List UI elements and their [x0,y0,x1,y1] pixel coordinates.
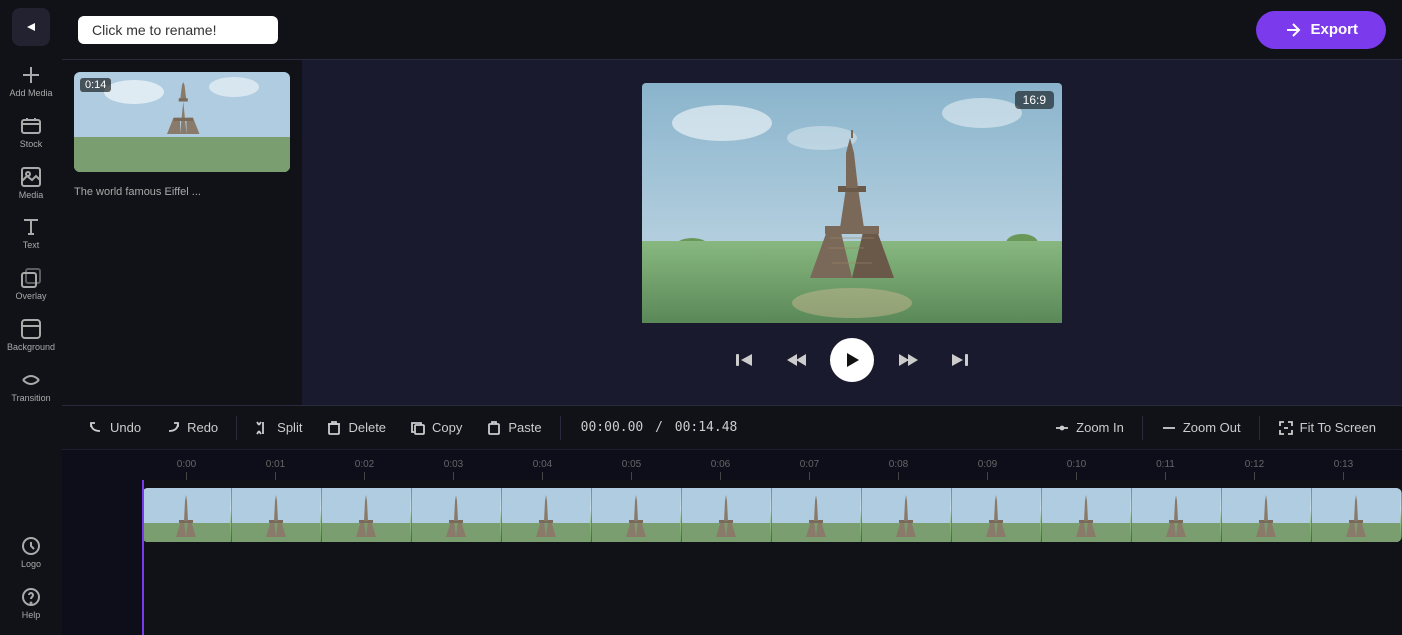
playback-controls [726,338,978,382]
sidebar: Add Media Stock Media Text Overlay [0,0,62,635]
playhead[interactable] [142,480,144,635]
clip-frame-4 [412,488,502,542]
ruler-mark-10: 0:10 [1032,459,1121,480]
timeline-section: Undo Redo Split [62,405,1402,635]
track-labels [62,480,142,635]
sidebar-item-media[interactable]: Media [4,160,58,207]
play-button[interactable] [830,338,874,382]
clip-frame-9 [862,488,952,542]
ruler-mark-3: 0:03 [409,459,498,480]
sidebar-item-text[interactable]: Text [4,210,58,257]
clip-frame-7 [682,488,772,542]
ruler-mark-11: 0:11 [1121,459,1210,480]
clip-frame-3 [322,488,412,542]
preview-wrapper: 16:9 [642,83,1062,382]
clip-frame-2 [232,488,322,542]
ruler-mark-13: 0:13 [1299,459,1388,480]
ruler-mark-12: 0:12 [1210,459,1299,480]
ruler-mark-14: 0:14 [1388,459,1402,480]
toolbar-divider-3 [1142,416,1143,440]
split-button[interactable]: Split [245,414,312,442]
project-name-input[interactable] [78,16,278,44]
sidebar-item-transition[interactable]: Transition [4,363,58,410]
redo-button[interactable]: Redo [155,414,228,442]
clip-frame-8 [772,488,862,542]
sidebar-item-help[interactable]: Help [4,580,58,627]
skip-start-button[interactable] [726,342,762,378]
clip-frame-5 [502,488,592,542]
skip-end-button[interactable] [942,342,978,378]
clip-frame-12 [1132,488,1222,542]
clip-frame-11 [1042,488,1132,542]
sidebar-item-background[interactable]: Background [4,312,58,359]
timeline-content [142,480,1402,635]
ruler-mark-0: 0:00 [142,459,231,480]
clip-frame-1 [142,488,232,542]
zoom-out-button[interactable]: Zoom Out [1151,414,1251,442]
toolbar-divider-4 [1259,416,1260,440]
timeline-toolbar: Undo Redo Split [62,406,1402,450]
clip-frame-14 [1312,488,1402,542]
preview-area: 16:9 [302,60,1402,405]
delete-button[interactable]: Delete [316,414,396,442]
sidebar-item-overlay[interactable]: Overlay [4,261,58,308]
ruler-marks: 0:00 0:01 0:02 0:03 0:04 [142,450,1402,480]
media-item[interactable]: 0:14 [74,72,290,172]
sidebar-item-logo[interactable]: Logo [4,529,58,576]
media-panel: 0:14 The world famous Eiffel ... [62,60,302,405]
ruler-mark-7: 0:07 [765,459,854,480]
zoom-controls: Zoom In Zoom Out Fit To Screen [1044,414,1386,442]
rewind-button[interactable] [778,342,814,378]
clip-frame-13 [1222,488,1312,542]
media-item-label: The world famous Eiffel ... [74,186,290,198]
toolbar-divider-1 [236,416,237,440]
undo-button[interactable]: Undo [78,414,151,442]
ruler-mark-4: 0:04 [498,459,587,480]
sidebar-item-add-media[interactable]: Add Media [4,58,58,105]
ruler-mark-2: 0:02 [320,459,409,480]
ruler-mark-6: 0:06 [676,459,765,480]
zoom-in-button[interactable]: Zoom In [1044,414,1134,442]
clip-frame-10 [952,488,1042,542]
ruler-mark-8: 0:08 [854,459,943,480]
sidebar-item-stock[interactable]: Stock [4,109,58,156]
timeline-tracks [62,480,1402,635]
paste-button[interactable]: Paste [476,414,551,442]
app-logo [12,8,50,46]
toolbar-divider-2 [560,416,561,440]
video-clip[interactable] [142,488,1402,542]
fit-to-screen-button[interactable]: Fit To Screen [1268,414,1386,442]
ruler-mark-5: 0:05 [587,459,676,480]
timecode-display: 00:00.00 / 00:14.48 [569,420,750,435]
clip-frame-6 [592,488,682,542]
export-button[interactable]: Export [1256,11,1386,49]
video-track[interactable] [142,480,1402,550]
ruler-mark-9: 0:09 [943,459,1032,480]
editor-area: 0:14 The world famous Eiffel ... [62,60,1402,405]
topbar: Export [62,0,1402,60]
preview-video: 16:9 [642,83,1062,328]
preview-ratio-badge: 16:9 [1015,91,1054,109]
media-duration: 0:14 [80,78,111,92]
fast-forward-button[interactable] [890,342,926,378]
ruler-mark-1: 0:01 [231,459,320,480]
timeline-ruler: 0:00 0:01 0:02 0:03 0:04 [62,450,1402,480]
main-content: Export [62,0,1402,635]
copy-button[interactable]: Copy [400,414,472,442]
